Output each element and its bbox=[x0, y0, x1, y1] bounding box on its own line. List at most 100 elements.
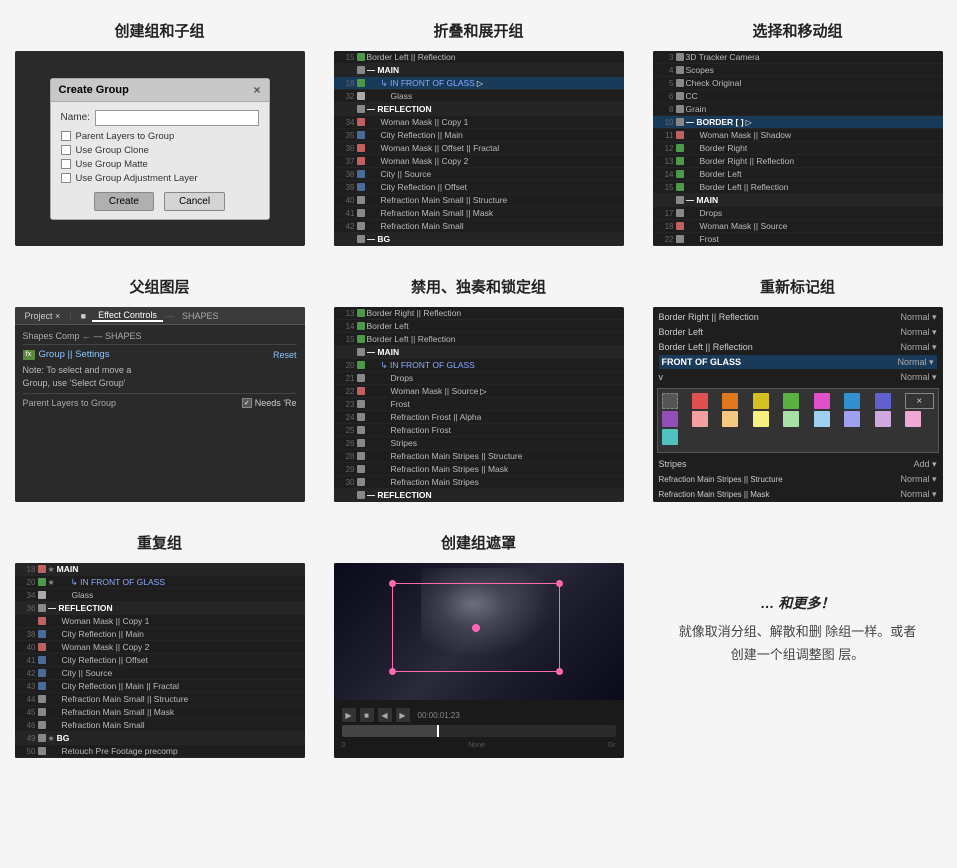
layer-row[interactable]: 18 ↳ IN FRONT OF GLASS ▷ bbox=[334, 77, 624, 90]
layer-row: 22 Woman Mask || Source ▷ bbox=[334, 385, 624, 398]
mask-bounding-box[interactable] bbox=[392, 583, 560, 672]
color-indicator bbox=[676, 105, 684, 113]
layer-row: 35 City Reflection || Main bbox=[334, 129, 624, 142]
stop-btn[interactable]: ■ bbox=[360, 708, 374, 722]
layer-row: 43 City Reflection || Main || Fractal bbox=[15, 680, 305, 693]
swatch-green[interactable] bbox=[783, 393, 799, 409]
mask-center-dot[interactable] bbox=[472, 624, 480, 632]
layer-row: 30 Refraction Main Stripes bbox=[334, 476, 624, 489]
color-indicator bbox=[357, 491, 365, 499]
layer-row: — MAIN bbox=[653, 194, 943, 207]
swatch-indigo[interactable] bbox=[875, 393, 891, 409]
group-adjustment-checkbox[interactable] bbox=[61, 173, 71, 183]
dialog-bg: Create Group × Name: Parent Layers to Gr… bbox=[15, 51, 305, 246]
group-clone-checkbox[interactable] bbox=[61, 145, 71, 155]
swatch-red[interactable] bbox=[692, 393, 708, 409]
parent-layers-checkbox[interactable] bbox=[61, 131, 71, 141]
mask-preview: ▶ ■ ◀ ▶ 00:00:01:23 0 None bbox=[334, 563, 624, 758]
ec-param-row: Parent Layers to Group ✓ Needs 'Re bbox=[23, 398, 297, 408]
swatch-light-purple[interactable] bbox=[875, 411, 891, 427]
remark-row-group[interactable]: FRONT OF GLASS Normal ▾ bbox=[659, 355, 937, 369]
color-indicator bbox=[676, 157, 684, 165]
layer-row: 22 Frost bbox=[653, 233, 943, 246]
checkbox-label-4: Use Group Adjustment Layer bbox=[76, 173, 198, 184]
swatch-light-pink[interactable] bbox=[905, 411, 921, 427]
mask-corner-br[interactable] bbox=[556, 668, 563, 675]
select-layer-list: 3 3D Tracker Camera 4 Scopes 5 Check Ori… bbox=[653, 51, 943, 246]
layer-row: 18 ★ MAIN bbox=[15, 563, 305, 576]
color-indicator bbox=[357, 183, 365, 191]
ec-effect-tab[interactable]: ■ bbox=[75, 311, 92, 321]
mask-timeline-track[interactable] bbox=[342, 725, 616, 737]
color-indicator bbox=[676, 118, 684, 126]
cell-repeat-group: 重复组 18 ★ MAIN 20 ★ ↳ IN FRONT OF GLASS bbox=[10, 532, 309, 758]
checkbox-label-3: Use Group Matte bbox=[76, 159, 148, 170]
remark-row: Refraction Main Stripes || Mask Normal ▾ bbox=[659, 487, 937, 501]
thumbnail-2: 15 Border Left || Reflection — MAIN 18 ↳… bbox=[334, 51, 624, 246]
cell-parent-group: 父组图层 Project × | ■ Effect Controls — SHA… bbox=[10, 276, 309, 502]
page-container: 创建组和子组 Create Group × Name: bbox=[0, 0, 957, 778]
swatch-purple[interactable] bbox=[662, 411, 678, 427]
color-picker-popup[interactable]: × bbox=[657, 388, 939, 453]
swatch-light-red[interactable] bbox=[692, 411, 708, 427]
swatch-blue[interactable] bbox=[844, 393, 860, 409]
layer-row: 21 Drops bbox=[334, 372, 624, 385]
remark-row: v Normal ▾ bbox=[659, 370, 937, 384]
swatch-pink[interactable] bbox=[814, 393, 830, 409]
layer-row: 40 Refraction Main Small || Structure bbox=[334, 194, 624, 207]
swatch-close[interactable]: × bbox=[905, 393, 933, 409]
swatch-light-yellow[interactable] bbox=[753, 411, 769, 427]
ec-reset-btn[interactable]: Reset bbox=[273, 350, 297, 360]
fold-layer-list: 15 Border Left || Reflection — MAIN 18 ↳… bbox=[334, 51, 624, 246]
layer-row: 34 Glass bbox=[15, 589, 305, 602]
swatch-none[interactable] bbox=[662, 393, 678, 409]
layer-row: — BG bbox=[334, 233, 624, 246]
mask-video-area bbox=[334, 563, 624, 700]
swatch-light-blue[interactable] bbox=[814, 411, 830, 427]
cell-create-mask: 创建组遮罩 bbox=[329, 532, 628, 758]
color-indicator bbox=[357, 322, 365, 330]
layer-row: 38 City Reflection || Main bbox=[15, 628, 305, 641]
layer-row: 6 CC bbox=[653, 90, 943, 103]
next-btn[interactable]: ▶ bbox=[396, 708, 410, 722]
ec-effect-name: Group || Settings bbox=[39, 349, 110, 360]
thumbnail-4: Project × | ■ Effect Controls — SHAPES S… bbox=[15, 307, 305, 502]
dialog-close-btn[interactable]: × bbox=[253, 83, 260, 97]
color-indicator bbox=[357, 66, 365, 74]
create-button[interactable]: Create bbox=[94, 192, 154, 211]
layer-row: 44 Refraction Main Small || Structure bbox=[15, 693, 305, 706]
timecode-display: 00:00:01:23 bbox=[418, 711, 460, 720]
ec-effect-controls-tab[interactable]: Effect Controls bbox=[92, 310, 163, 322]
layer-row: 42 Refraction Main Small bbox=[334, 220, 624, 233]
dialog-title: Create Group bbox=[59, 84, 129, 96]
swatch-yellow[interactable] bbox=[753, 393, 769, 409]
ec-param-checkbox[interactable]: ✓ bbox=[242, 398, 252, 408]
name-input[interactable] bbox=[95, 110, 259, 126]
swatch-light-orange[interactable] bbox=[722, 411, 738, 427]
ec-note: Note: To select and move aGroup, use 'Se… bbox=[23, 364, 297, 389]
color-indicator bbox=[38, 656, 46, 664]
color-indicator bbox=[357, 478, 365, 486]
prev-btn[interactable]: ◀ bbox=[378, 708, 392, 722]
color-indicator bbox=[676, 131, 684, 139]
color-indicator bbox=[357, 361, 365, 369]
mask-corner-bl[interactable] bbox=[389, 668, 396, 675]
ec-shapes-tab[interactable]: SHAPES bbox=[176, 311, 225, 321]
swatch-orange[interactable] bbox=[722, 393, 738, 409]
color-indicator bbox=[676, 66, 684, 74]
group-matte-checkbox[interactable] bbox=[61, 159, 71, 169]
ec-project-tab[interactable]: Project × bbox=[19, 311, 67, 321]
layer-row[interactable]: 10 — BORDER [ ] ▷ bbox=[653, 116, 943, 129]
color-indicator bbox=[38, 721, 46, 729]
cancel-button[interactable]: Cancel bbox=[164, 192, 225, 211]
swatch-light-green[interactable] bbox=[783, 411, 799, 427]
swatch-teal[interactable] bbox=[662, 429, 678, 445]
thumbnail-5: 13 Border Right || Reflection 14 Border … bbox=[334, 307, 624, 502]
play-btn[interactable]: ▶ bbox=[342, 708, 356, 722]
swatch-light-indigo[interactable] bbox=[844, 411, 860, 427]
checkbox-label-1: Parent Layers to Group bbox=[76, 131, 175, 142]
layer-row: Woman Mask || Copy 1 bbox=[15, 615, 305, 628]
color-indicator bbox=[357, 131, 365, 139]
color-indicator bbox=[38, 643, 46, 651]
layer-row: 8 Grain bbox=[653, 103, 943, 116]
